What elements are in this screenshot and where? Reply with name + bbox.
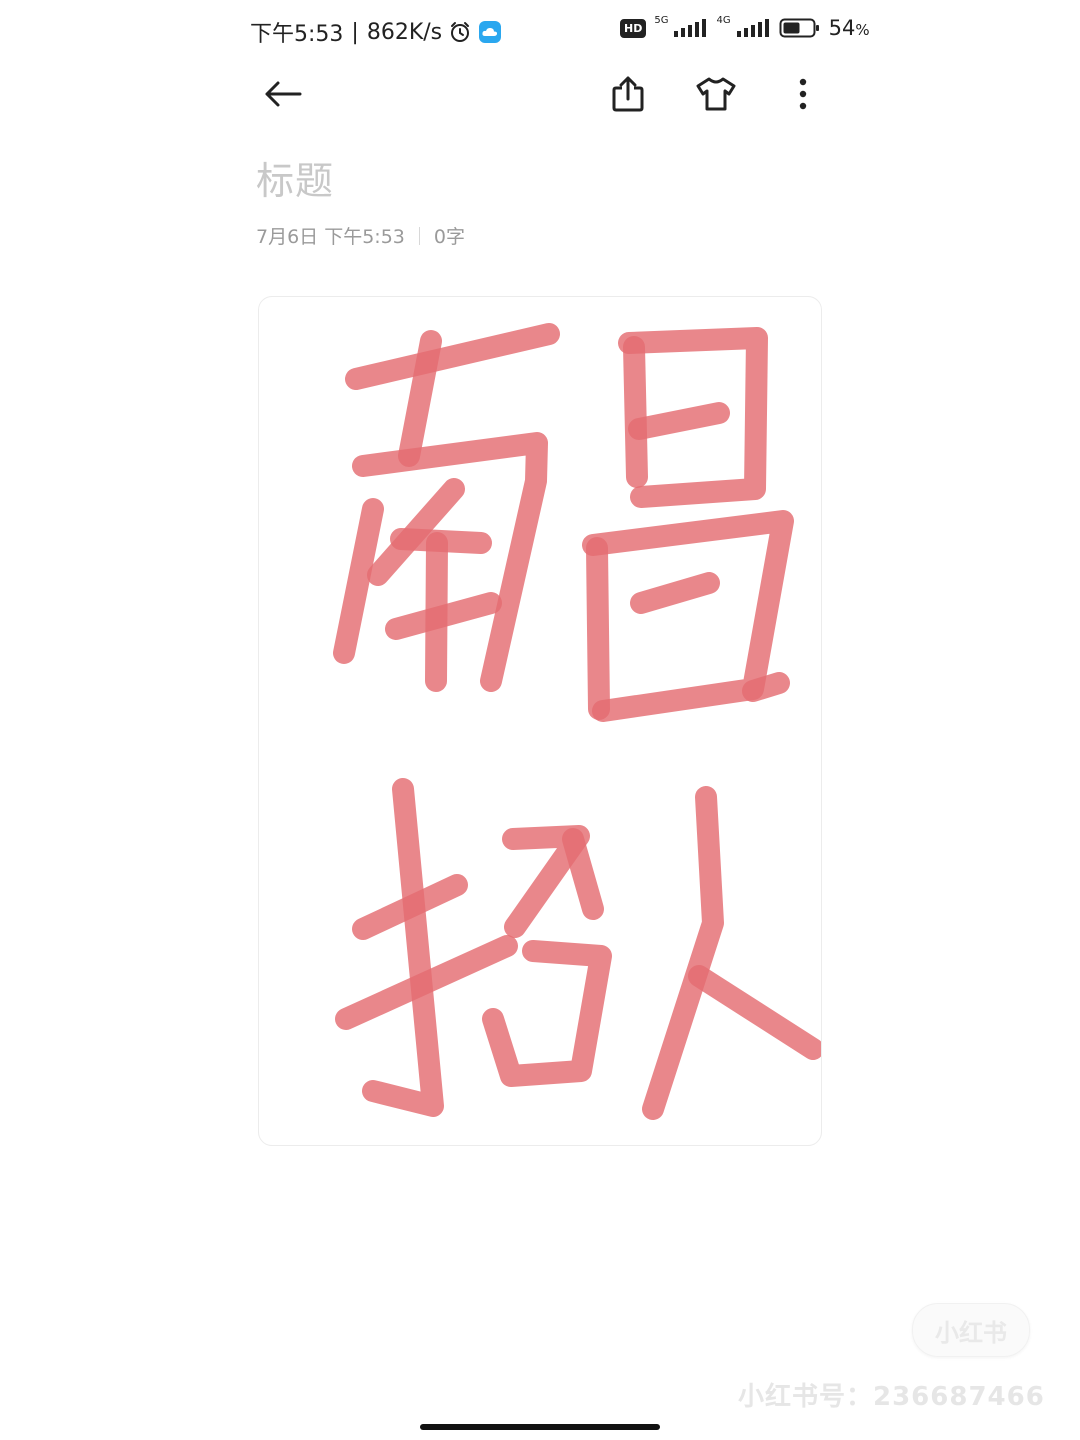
watermark-text: 小红书号：236687466 [738, 1382, 1045, 1412]
status-bar-left: 下午5:53 | 862K/s [250, 16, 502, 48]
net-label-5g: 5G [654, 14, 669, 26]
signal-icon [674, 19, 707, 37]
signal-icon [736, 19, 769, 37]
stroke-zhao-6 [482, 940, 612, 1087]
status-separator: | [351, 19, 359, 45]
stroke-chang-1 [623, 336, 648, 488]
back-button[interactable] [258, 70, 306, 118]
hd-badge: HD [620, 18, 647, 38]
handwriting-drawing [333, 323, 821, 1120]
theme-button[interactable] [692, 70, 740, 118]
drawing-canvas[interactable] [258, 296, 822, 1146]
alarm-icon [451, 22, 470, 42]
meta-divider [418, 226, 420, 245]
home-indicator[interactable] [420, 1424, 660, 1430]
net-label-4g: 4G [716, 14, 731, 26]
status-time: 下午5:53 [250, 22, 344, 47]
stroke-ren-1 [642, 786, 724, 1120]
stroke-chang-7 [742, 672, 790, 702]
more-vertical-icon [799, 78, 807, 110]
stroke-chang-6 [630, 572, 720, 614]
theme-shirt-icon [696, 77, 736, 111]
xiaohongshu-badge: 小红书 [912, 1303, 1030, 1357]
word-count: 0字 [433, 226, 465, 248]
more-button[interactable] [779, 70, 827, 118]
title-field[interactable]: 标题 [256, 150, 334, 205]
back-arrow-icon [265, 81, 302, 107]
stroke-nan-4 [333, 498, 384, 664]
share-icon [612, 76, 644, 112]
stroke-zhao-5 [562, 828, 604, 920]
battery-icon [779, 18, 819, 38]
status-bar-right: HD 5G 4G 54% [620, 14, 870, 40]
stroke-zhao-2 [362, 778, 444, 1117]
stroke-ren-2 [688, 965, 821, 1060]
stroke-chang-3 [628, 402, 730, 440]
note-date: 7月6日 下午5:53 [256, 226, 405, 248]
stroke-nan-1 [345, 323, 560, 390]
share-button[interactable] [604, 70, 652, 118]
battery-level: 54% [828, 16, 870, 40]
stroke-nan-8 [425, 532, 448, 692]
cloud-app-icon [479, 21, 502, 43]
note-meta: 7月6日 下午5:53 0字 [256, 222, 465, 249]
stroke-chang-4 [586, 537, 610, 720]
network-speed: 862K/s [366, 19, 443, 45]
